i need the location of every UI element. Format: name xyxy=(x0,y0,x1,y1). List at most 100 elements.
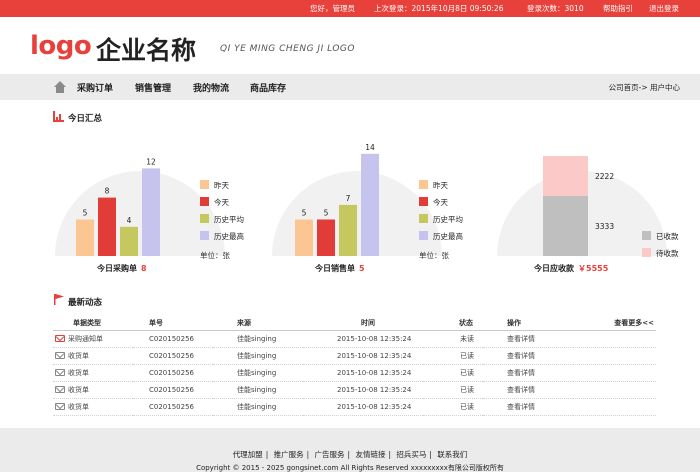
pending-bar xyxy=(543,156,588,196)
cell-number: C020150256 xyxy=(133,381,213,399)
read-mail-icon xyxy=(55,368,65,376)
cell-empty xyxy=(573,347,656,365)
col-header-status: 状态 xyxy=(423,317,483,331)
legend-label: 昨天 xyxy=(433,181,448,190)
cell-action[interactable]: 查看详情 xyxy=(483,347,573,365)
col-header-time: 时间 xyxy=(303,317,423,331)
news-title: 最新动态 xyxy=(68,298,103,308)
sales-bar-label: 7 xyxy=(346,194,351,203)
cell-status: 已读 xyxy=(423,381,483,399)
cell-source: 佳能singing xyxy=(213,330,303,348)
doc-type-text: 收货单 xyxy=(68,402,89,411)
legend-label: 已收款 xyxy=(656,232,679,241)
purchase-unit: 单位：张 xyxy=(200,251,230,260)
doc-type-text: 收货单 xyxy=(68,385,89,394)
receivable-amount: ￥5555 xyxy=(578,264,609,273)
footer-link-jobs[interactable]: 招兵买马 xyxy=(393,450,429,459)
cell-empty xyxy=(573,364,656,382)
table-row[interactable]: 收货单 C020150256 佳能singing 2015-10-08 12:35:2… xyxy=(53,364,656,382)
cell-type: 收货单 xyxy=(53,381,133,399)
purchase-caption: 今日采购单 8 xyxy=(97,263,147,274)
footer-link-friends[interactable]: 友情链接 xyxy=(352,450,388,459)
purchase-bar-label: 8 xyxy=(105,187,110,196)
cell-time: 2015-10-08 12:35:24 xyxy=(303,364,423,382)
received-bar-label: 3333 xyxy=(595,222,614,231)
cell-status: 未读 xyxy=(423,330,483,348)
cell-action[interactable]: 查看详情 xyxy=(483,381,573,399)
cell-action[interactable]: 查看详情 xyxy=(483,398,573,416)
footer-link-agent[interactable]: 代理加盟 xyxy=(230,450,266,459)
legend-swatch-history-max xyxy=(419,231,428,240)
cell-action[interactable]: 查看详情 xyxy=(483,364,573,382)
table-row[interactable]: 收货单 C020150256 佳能singing 2015-10-08 12:35:2… xyxy=(53,381,656,399)
cell-type: 收货单 xyxy=(53,364,133,382)
cell-empty xyxy=(573,398,656,416)
receivable-caption-label: 今日应收款 xyxy=(534,264,574,273)
cell-source: 佳能singing xyxy=(213,398,303,416)
footer-link-promotion[interactable]: 推广服务 xyxy=(271,450,307,459)
purchase-bar xyxy=(98,197,116,256)
table-row[interactable]: 收货单 C020150256 佳能singing 2015-10-08 12:35:2… xyxy=(53,347,656,365)
purchase-bar-label: 12 xyxy=(146,157,156,166)
purchase-bar-label: 4 xyxy=(127,216,132,225)
table-row[interactable]: 采购通知单 C020150256 佳能singing 2015-10-08 12:35… xyxy=(53,330,656,348)
cell-source: 佳能singing xyxy=(213,364,303,382)
col-header-source: 来源 xyxy=(213,317,303,331)
cell-source: 佳能singing xyxy=(213,347,303,365)
view-more-link[interactable]: 查看更多<< xyxy=(573,317,656,331)
purchase-bar-label: 5 xyxy=(83,209,88,218)
flag-icon xyxy=(54,294,64,305)
table-row[interactable]: 收货单 C020150256 佳能singing 2015-10-08 12:35:2… xyxy=(53,398,656,416)
cell-time: 2015-10-08 12:35:24 xyxy=(303,347,423,365)
read-mail-icon xyxy=(55,385,65,393)
footer-links: 代理加盟 | 推广服务 | 广告服务 | 友情链接 | 招兵买马 | 联系我们 xyxy=(0,449,700,460)
legend-swatch-pending xyxy=(642,248,651,257)
unread-mail-icon xyxy=(55,334,65,342)
cell-number: C020150256 xyxy=(133,364,213,382)
sales-bar xyxy=(317,219,335,256)
legend-swatch-history-avg xyxy=(419,214,428,223)
col-header-type: 单据类型 xyxy=(53,317,133,331)
cell-status: 已读 xyxy=(423,347,483,365)
footer-link-ads[interactable]: 广告服务 xyxy=(312,450,348,459)
sales-caption-label: 今日销售单 xyxy=(315,264,355,273)
cell-status: 已读 xyxy=(423,398,483,416)
cell-type: 收货单 xyxy=(53,347,133,365)
footer-link-contact[interactable]: 联系我们 xyxy=(434,450,470,459)
cell-time: 2015-10-08 12:35:24 xyxy=(303,330,423,348)
doc-type-text: 收货单 xyxy=(68,351,89,360)
sales-bar xyxy=(361,153,379,256)
read-mail-icon xyxy=(55,402,65,410)
legend-swatch-yesterday xyxy=(200,180,209,189)
table-header-row: 单据类型 单号 来源 时间 状态 操作 查看更多<< xyxy=(53,317,656,331)
legend-swatch-received xyxy=(642,231,651,240)
summary-charts: 5 8 4 12 5 5 7 14 3333 2222 xyxy=(55,143,667,256)
legend-swatch-yesterday xyxy=(419,180,428,189)
sales-bar-label: 5 xyxy=(324,209,329,218)
col-header-action: 操作 xyxy=(483,317,573,331)
legend-label: 历史最高 xyxy=(214,232,244,241)
cell-number: C020150256 xyxy=(133,330,213,348)
sales-bar xyxy=(295,219,313,256)
cell-action[interactable]: 查看详情 xyxy=(483,330,573,348)
sales-bar-label: 5 xyxy=(302,209,307,218)
receivable-caption: 今日应收款 ￥5555 xyxy=(534,263,608,274)
purchase-bar xyxy=(120,226,138,256)
cell-number: C020150256 xyxy=(133,347,213,365)
legend-label: 历史平均 xyxy=(433,215,463,224)
sales-unit: 单位：张 xyxy=(419,251,449,260)
sales-count: 5 xyxy=(359,264,365,273)
cell-empty xyxy=(573,330,656,348)
cell-time: 2015-10-08 12:35:24 xyxy=(303,398,423,416)
cell-source: 佳能singing xyxy=(213,381,303,399)
doc-type-text: 收货单 xyxy=(68,368,89,377)
cell-number: C020150256 xyxy=(133,398,213,416)
purchase-count: 8 xyxy=(141,264,147,273)
received-bar xyxy=(543,196,588,256)
purchase-bar xyxy=(142,168,160,256)
read-mail-icon xyxy=(55,351,65,359)
legend-label: 昨天 xyxy=(214,181,229,190)
cell-type: 采购通知单 xyxy=(53,330,133,348)
sales-caption: 今日销售单 5 xyxy=(315,263,365,274)
footer: 代理加盟 | 推广服务 | 广告服务 | 友情链接 | 招兵买马 | 联系我们 Copyr… xyxy=(0,428,700,472)
